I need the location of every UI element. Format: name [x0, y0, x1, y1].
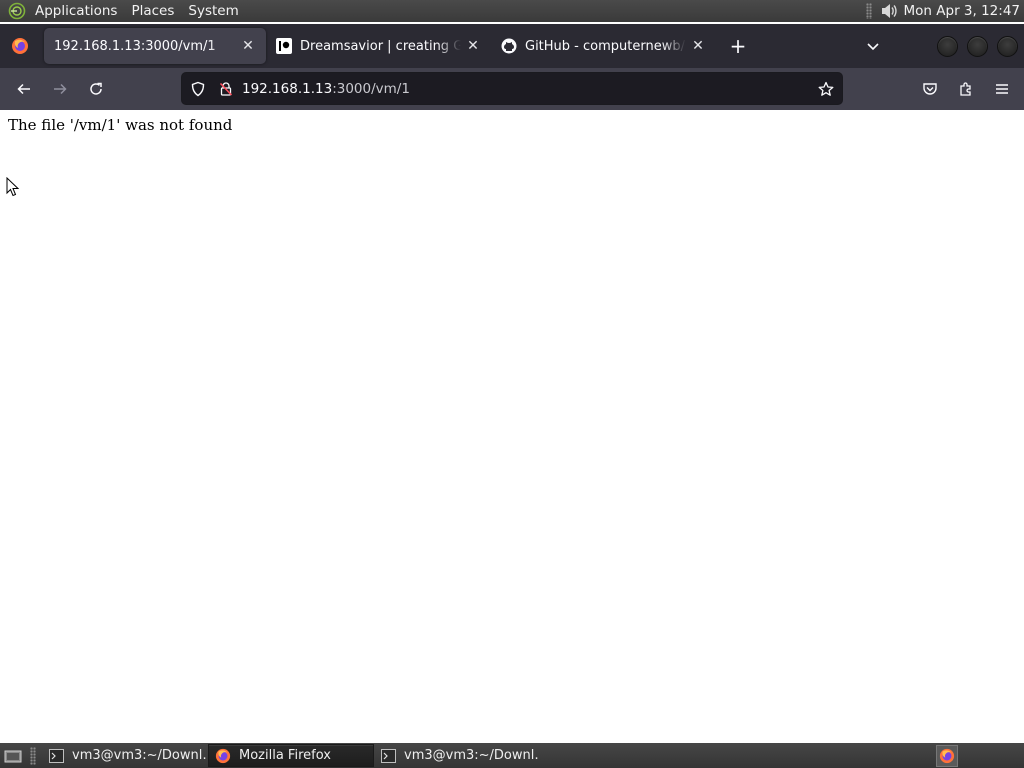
- taskbar-grip[interactable]: [30, 746, 36, 765]
- tab-close-icon[interactable]: ✕: [240, 38, 256, 54]
- reload-button[interactable]: [80, 73, 112, 105]
- taskbar-item-label: Mozilla Firefox: [239, 748, 331, 763]
- panel-clock[interactable]: Mon Apr 3, 12:47: [904, 3, 1024, 19]
- mouse-cursor-icon: [6, 177, 20, 197]
- taskbar-item-label: vm3@vm3:~/Downl…: [404, 748, 540, 763]
- workspace-switcher[interactable]: [936, 744, 958, 767]
- taskbar-item-label: vm3@vm3:~/Downl…: [72, 748, 208, 763]
- tab-title: 192.168.1.13:3000/vm/1: [54, 38, 216, 54]
- reload-icon: [90, 82, 102, 95]
- extensions-icon[interactable]: [950, 73, 982, 105]
- tab-active[interactable]: 192.168.1.13:3000/vm/1 ✕: [44, 28, 266, 64]
- url-text[interactable]: 192.168.1.13:3000/vm/1: [242, 81, 812, 97]
- firefox-icon: [12, 38, 28, 54]
- tab-dreamsavior[interactable]: Dreamsavior | creating Games ✕: [266, 28, 491, 64]
- chevron-down-icon[interactable]: [859, 32, 887, 60]
- tab-close-icon[interactable]: ✕: [465, 38, 481, 54]
- tracking-shield-icon[interactable]: [184, 75, 212, 103]
- forward-button[interactable]: [44, 73, 76, 105]
- firefox-icon: [215, 748, 231, 764]
- tab-close-icon[interactable]: ✕: [690, 38, 706, 54]
- places-menu[interactable]: Places: [124, 0, 181, 22]
- nav-toolbar: 192.168.1.13:3000/vm/1: [0, 68, 1024, 110]
- maximize-button[interactable]: [967, 35, 988, 57]
- terminal-icon: [380, 748, 396, 764]
- firefox-icon: [939, 748, 955, 763]
- insecure-lock-icon[interactable]: [212, 75, 240, 103]
- bookmark-star-icon[interactable]: [812, 75, 840, 103]
- show-desktop-icon[interactable]: [2, 745, 24, 767]
- tab-github[interactable]: GitHub - computernewb/coll ✕: [491, 28, 716, 64]
- right-toolbar: [914, 73, 1018, 105]
- forward-arrow-icon: [54, 83, 67, 95]
- distro-logo-icon[interactable]: [6, 0, 28, 22]
- top-panel: Applications Places System Mon Apr 3, 12…: [0, 0, 1024, 22]
- taskbar-item-terminal-2[interactable]: vm3@vm3:~/Downl…: [374, 744, 540, 767]
- tab-title: GitHub - computernewb/coll: [525, 38, 686, 54]
- url-bar[interactable]: 192.168.1.13:3000/vm/1: [182, 73, 842, 104]
- volume-icon[interactable]: [878, 0, 900, 22]
- panel-grip[interactable]: [865, 3, 872, 19]
- terminal-icon: [48, 748, 64, 764]
- system-menu[interactable]: System: [181, 0, 245, 22]
- minimize-button[interactable]: [937, 35, 958, 57]
- window-buttons: [937, 35, 1018, 57]
- new-tab-button[interactable]: +: [724, 32, 752, 60]
- tab-strip: 192.168.1.13:3000/vm/1 ✕ Dreamsavior | c…: [0, 24, 1024, 68]
- error-message: The file '/vm/1' was not found: [8, 116, 233, 134]
- taskbar-item-firefox[interactable]: Mozilla Firefox: [208, 744, 374, 767]
- hamburger-menu-icon[interactable]: [986, 73, 1018, 105]
- close-window-button[interactable]: [997, 35, 1018, 57]
- bottom-taskbar: vm3@vm3:~/Downl… Mozilla Firefox vm3@vm3…: [0, 743, 1024, 768]
- taskbar-item-terminal-1[interactable]: vm3@vm3:~/Downl…: [42, 744, 208, 767]
- page-content: The file '/vm/1' was not found: [0, 110, 1024, 742]
- applications-menu[interactable]: Applications: [28, 0, 124, 22]
- pocket-icon[interactable]: [914, 73, 946, 105]
- url-path: :3000/vm/1: [332, 80, 410, 97]
- patreon-icon: [276, 38, 292, 54]
- tab-title: Dreamsavior | creating Games: [300, 38, 461, 54]
- back-button[interactable]: [8, 73, 40, 105]
- url-host: 192.168.1.13: [242, 80, 333, 97]
- firefox-view-button[interactable]: [0, 24, 40, 68]
- back-arrow-icon: [17, 83, 30, 95]
- github-icon: [501, 38, 517, 54]
